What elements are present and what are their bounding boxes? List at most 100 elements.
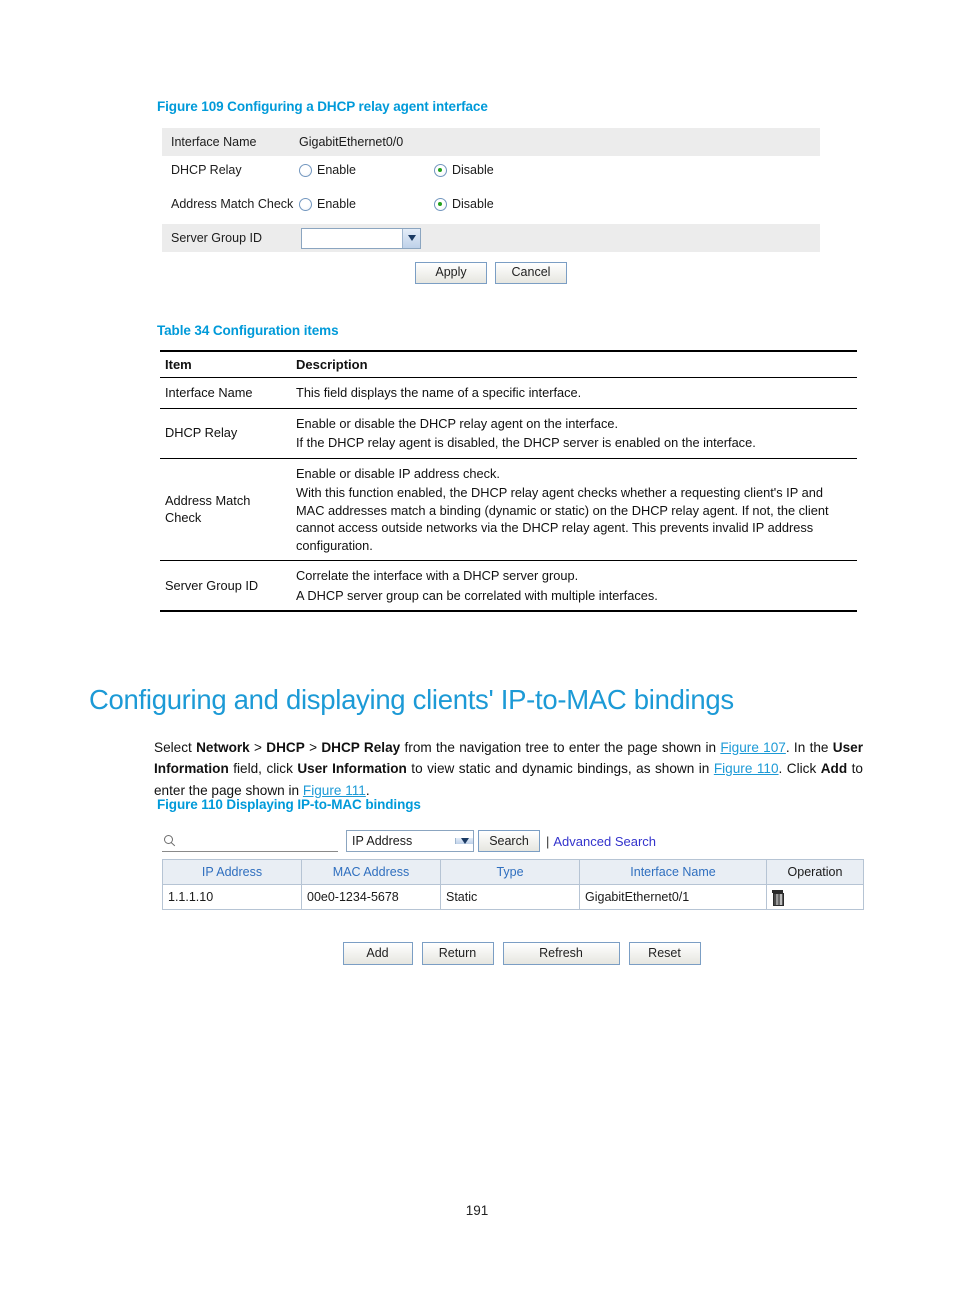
radio-selected-icon: [434, 197, 447, 211]
nav-term-dhcp: DHCP: [266, 739, 305, 755]
server-group-id-row: Server Group ID: [162, 224, 820, 252]
return-button[interactable]: Return: [421, 942, 494, 965]
figure-110-button-row: Add Return Refresh Reset: [162, 942, 863, 965]
radio-unselected-icon: [299, 163, 312, 177]
table-row: Address Match Check Enable or disable IP…: [160, 458, 857, 561]
paragraph-text: >: [249, 739, 267, 755]
table-row: Server Group ID Correlate the interface …: [160, 560, 857, 612]
cell-ip-address: 1.1.1.10: [162, 884, 302, 910]
ip-to-mac-bindings-table: IP Address MAC Address Type Interface Na…: [162, 859, 864, 910]
intro-paragraph: Select Network > DHCP > DHCP Relay from …: [154, 737, 863, 802]
dhcp-relay-disable-label: Disable: [452, 163, 494, 177]
table-row: 1.1.1.10 00e0-1234-5678 Static GigabitEt…: [162, 884, 864, 910]
description-line: Correlate the interface with a DHCP serv…: [296, 568, 579, 583]
column-header-item: Item: [160, 350, 291, 378]
address-match-enable-radio[interactable]: Enable: [299, 197, 434, 211]
search-input[interactable]: [162, 830, 338, 852]
document-page: Figure 109 Configuring a DHCP relay agen…: [0, 0, 954, 1296]
section-heading: Configuring and displaying clients' IP-t…: [89, 684, 734, 716]
link-term-user-information: User Information: [297, 761, 407, 777]
dhcp-relay-enable-radio[interactable]: Enable: [299, 163, 434, 177]
server-group-id-label: Server Group ID: [171, 230, 263, 245]
figure-109-caption: Figure 109 Configuring a DHCP relay agen…: [157, 99, 488, 114]
page-number: 191: [465, 1203, 489, 1218]
description-line: A DHCP server group can be correlated wi…: [296, 587, 658, 603]
address-match-check-row: Address Match Check Enable Disable: [162, 184, 820, 224]
description-line: With this function enabled, the DHCP rel…: [296, 485, 829, 553]
dhcp-relay-label: DHCP Relay: [171, 162, 242, 177]
xref-figure-110[interactable]: Figure 110: [714, 761, 779, 776]
search-icon: [164, 834, 176, 847]
row-item-label: Interface Name: [160, 377, 291, 409]
row-description: Enable or disable the DHCP relay agent o…: [291, 408, 857, 459]
address-match-disable-radio[interactable]: Disable: [434, 197, 569, 211]
table-34-caption: Table 34 Configuration items: [157, 323, 339, 338]
column-header-ip-address[interactable]: IP Address: [162, 859, 302, 885]
column-header-mac-address[interactable]: MAC Address: [301, 859, 441, 885]
separator-pipe: |: [546, 833, 550, 849]
paragraph-text: . In the: [785, 739, 833, 755]
search-bar: IP Address Search | Advanced Search: [162, 828, 863, 854]
interface-name-value: GigabitEthernet0/0: [299, 135, 404, 149]
description-line: If the DHCP relay agent is disabled, the…: [296, 435, 756, 450]
xref-figure-107[interactable]: Figure 107: [720, 740, 786, 755]
xref-figure-111[interactable]: Figure 111: [303, 783, 366, 798]
button-term-add: Add: [820, 761, 848, 777]
refresh-button[interactable]: Refresh: [502, 942, 620, 965]
paragraph-text: field, click: [228, 761, 298, 777]
row-description: Enable or disable IP address check. With…: [291, 458, 857, 561]
dhcp-relay-row: DHCP Relay Enable Disable: [162, 156, 820, 184]
nav-term-dhcp-relay: DHCP Relay: [321, 739, 401, 755]
search-button[interactable]: Search: [478, 830, 540, 852]
paragraph-text: Select: [154, 739, 197, 755]
table-row: DHCP Relay Enable or disable the DHCP re…: [160, 408, 857, 459]
dhcp-relay-disable-radio[interactable]: Disable: [434, 163, 569, 177]
figure-109-button-row: Apply Cancel: [162, 262, 820, 284]
row-item-label: Server Group ID: [160, 560, 291, 612]
paragraph-text: . Click: [778, 761, 821, 777]
description-line: Enable or disable IP address check.: [296, 465, 500, 481]
column-header-interface-name[interactable]: Interface Name: [579, 859, 767, 885]
cell-type: Static: [440, 884, 580, 910]
description-line: This field displays the name of a specif…: [296, 385, 582, 400]
row-item-label: DHCP Relay: [160, 408, 291, 459]
cell-mac-address: 00e0-1234-5678: [301, 884, 441, 910]
paragraph-text: to view static and dynamic bindings, as …: [406, 761, 714, 777]
search-field-value: IP Address: [352, 834, 413, 848]
description-line: Enable or disable the DHCP relay agent o…: [296, 415, 619, 431]
figure-109-panel: Interface Name GigabitEthernet0/0 DHCP R…: [162, 128, 820, 284]
address-match-disable-label: Disable: [452, 197, 494, 211]
row-description: Correlate the interface with a DHCP serv…: [291, 560, 857, 612]
paragraph-text: from the navigation tree to enter the pa…: [400, 739, 721, 755]
bindings-header-row: IP Address MAC Address Type Interface Na…: [162, 859, 864, 885]
paragraph-text: >: [304, 739, 322, 755]
chevron-down-icon: [402, 228, 420, 248]
server-group-id-select[interactable]: [301, 227, 421, 249]
row-item-label: Address Match Check: [160, 458, 291, 561]
radio-unselected-icon: [299, 197, 312, 211]
table-row: Interface Name This field displays the n…: [160, 377, 857, 409]
trash-icon[interactable]: [772, 890, 784, 907]
figure-110-caption: Figure 110 Displaying IP-to-MAC bindings: [157, 797, 421, 812]
figure-110-panel: IP Address Search | Advanced Search IP A…: [162, 828, 864, 965]
radio-selected-icon: [434, 163, 447, 177]
configuration-items-table: Item Description Interface Name This fie…: [160, 350, 857, 612]
advanced-search-link[interactable]: Advanced Search: [553, 834, 656, 849]
chevron-down-icon: [455, 838, 473, 844]
reset-button[interactable]: Reset: [628, 942, 701, 965]
server-group-id-value: [302, 229, 402, 248]
column-header-type[interactable]: Type: [440, 859, 580, 885]
cell-operation: [766, 884, 864, 910]
search-field-select[interactable]: IP Address: [346, 830, 474, 852]
dhcp-relay-enable-label: Enable: [317, 163, 356, 177]
address-match-enable-label: Enable: [317, 197, 356, 211]
cancel-button[interactable]: Cancel: [495, 262, 567, 284]
address-match-check-label: Address Match Check: [171, 197, 294, 211]
column-header-description: Description: [291, 350, 857, 378]
cell-interface-name: GigabitEthernet0/1: [579, 884, 767, 910]
apply-button[interactable]: Apply: [415, 262, 487, 284]
table-header-row: Item Description: [160, 350, 857, 378]
interface-name-row: Interface Name GigabitEthernet0/0: [162, 128, 820, 156]
paragraph-text: .: [365, 782, 370, 798]
add-button[interactable]: Add: [342, 942, 413, 965]
